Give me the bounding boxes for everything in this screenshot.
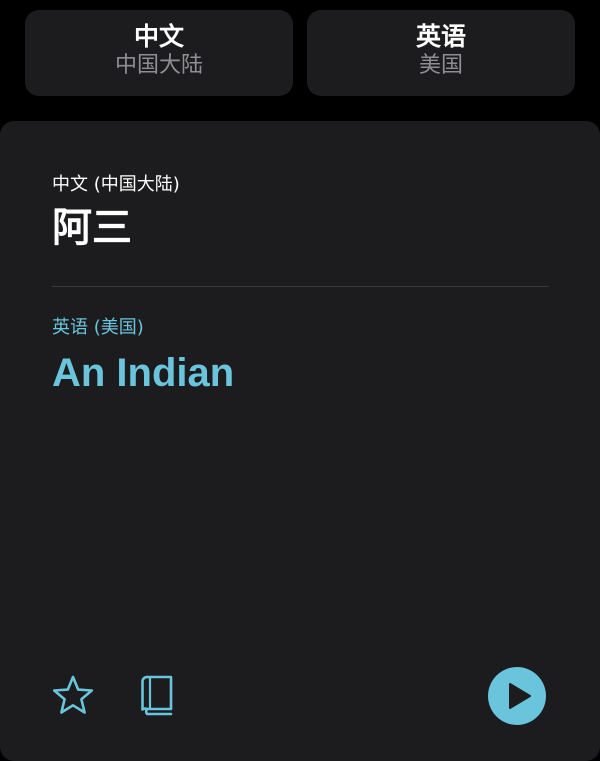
star-icon[interactable] <box>52 674 94 716</box>
target-language-button[interactable]: 英语 美国 <box>307 10 575 96</box>
target-language-name: 英语 <box>415 22 466 51</box>
source-language-name: 中文 <box>133 22 184 51</box>
source-language-label: 中文 (中国大陆) <box>52 174 180 195</box>
translation-card: 中文 (中国大陆) 阿三 英语 (美国) An Indian <box>0 121 600 761</box>
divider <box>52 286 549 287</box>
source-language-button[interactable]: 中文 中国大陆 <box>25 10 293 96</box>
source-language-region: 中国大陆 <box>114 53 203 78</box>
book-icon[interactable] <box>138 674 176 716</box>
language-selector: 中文 中国大陆 英语 美国 <box>25 10 575 96</box>
target-language-label: 英语 (美国) <box>52 317 144 338</box>
target-language-region: 美国 <box>418 53 463 78</box>
play-icon <box>509 683 531 709</box>
translated-text[interactable]: An Indian <box>52 347 234 399</box>
play-button[interactable] <box>488 667 546 725</box>
source-text[interactable]: 阿三 <box>52 203 132 253</box>
